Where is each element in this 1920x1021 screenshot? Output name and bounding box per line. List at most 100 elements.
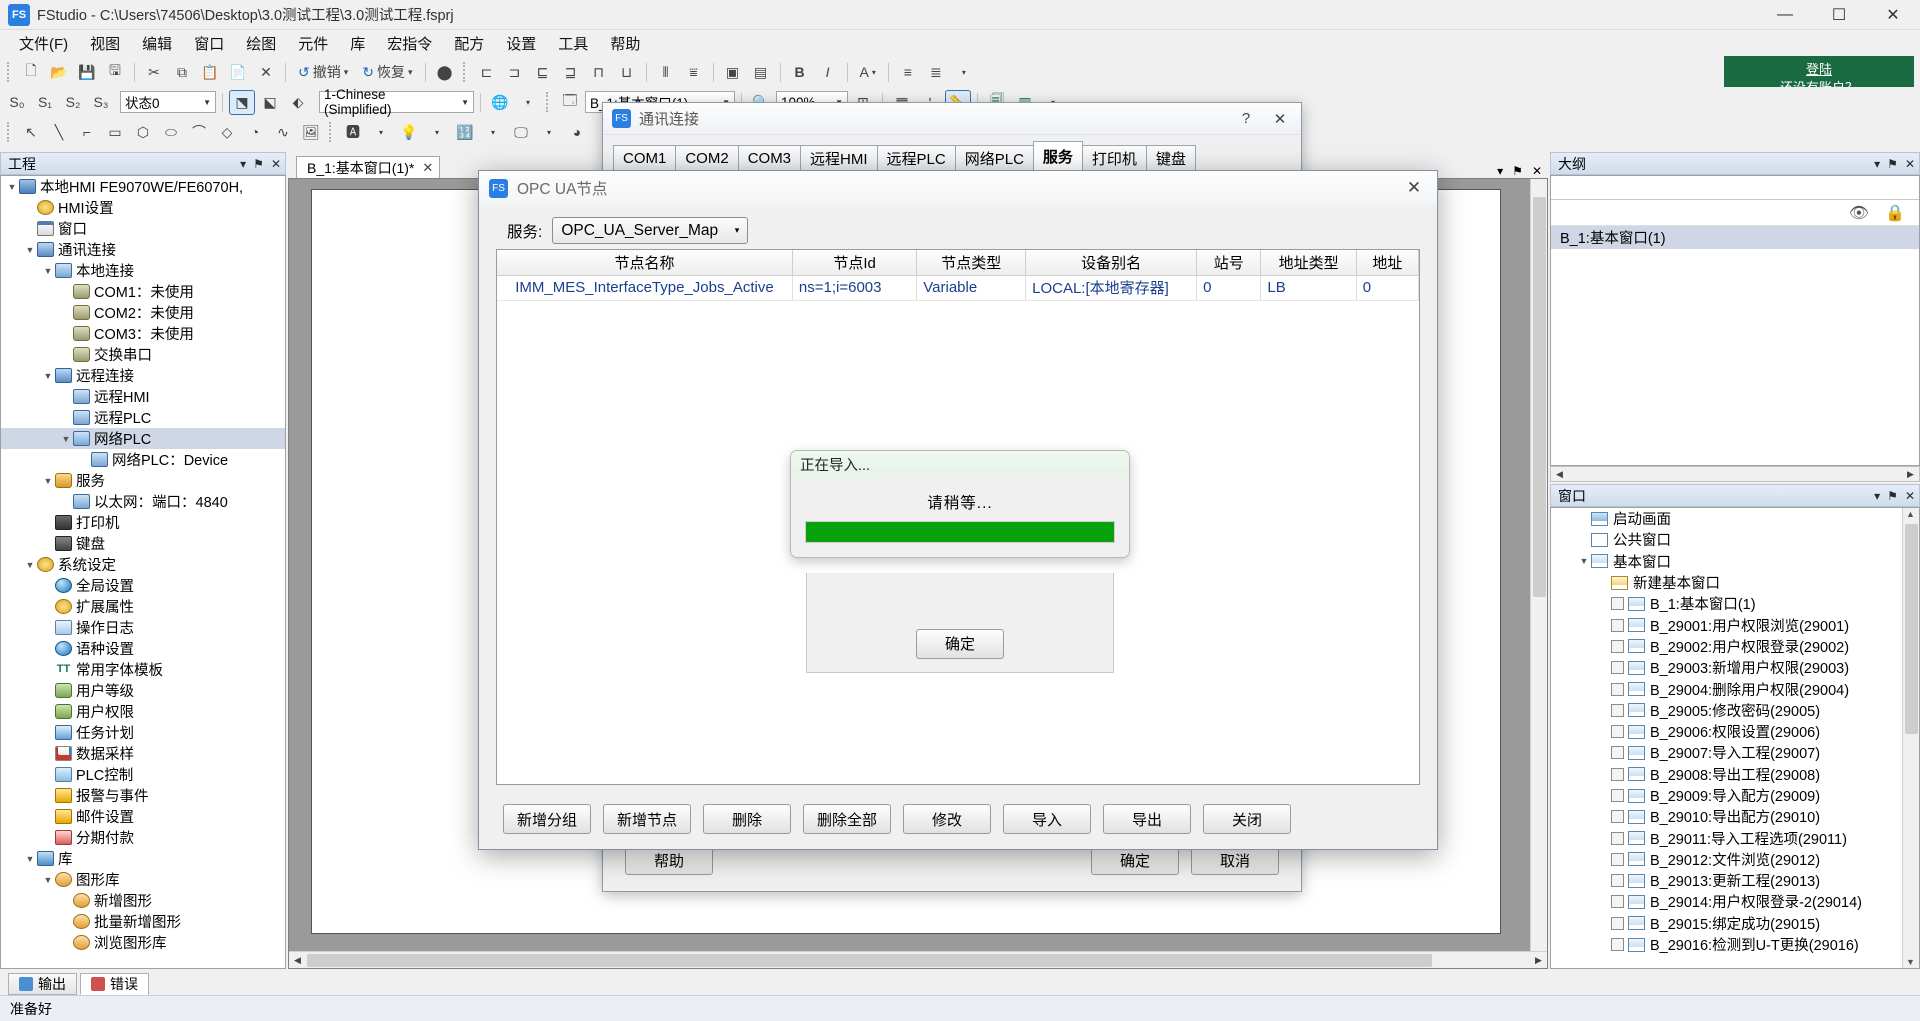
window-tree[interactable]: 启动画面 公共窗口 ▼ 基本窗口 新建基本窗口 B_1:基本窗口(1) B_29001:用户…: [1550, 507, 1920, 969]
tree-item[interactable]: 远程PLC: [1, 407, 285, 428]
confirm-button[interactable]: 确定: [916, 628, 1004, 659]
menu-item-settings[interactable]: 设置: [495, 30, 547, 57]
numeric-input-icon[interactable]: 🔢: [452, 120, 478, 145]
font-color-icon[interactable]: A ▾: [854, 60, 882, 85]
state-1-icon[interactable]: S₁: [32, 90, 58, 115]
tab-remote-hmi[interactable]: 远程HMI: [800, 145, 878, 170]
scroll-down-icon[interactable]: ▼: [1906, 957, 1915, 967]
window-list-item[interactable]: B_29014:用户权限登录-2(29014): [1551, 891, 1902, 912]
tab-com2[interactable]: COM2: [675, 145, 739, 170]
tree-item[interactable]: ▼ 系统设定: [1, 554, 285, 575]
paste-icon[interactable]: 📄: [225, 60, 251, 85]
panel-menu-icon[interactable]: ▾: [1874, 157, 1880, 171]
state-0-icon[interactable]: S₀: [4, 90, 30, 115]
window-list-item[interactable]: B_29001:用户权限浏览(29001): [1551, 614, 1902, 635]
sector-icon[interactable]: ◔: [242, 120, 268, 145]
menu-item-draw[interactable]: 绘图: [235, 30, 287, 57]
text-align-left-icon[interactable]: ≡: [895, 60, 921, 85]
menu-item-edit[interactable]: 编辑: [131, 30, 183, 57]
column-header-node-type[interactable]: 节点类型: [916, 250, 1027, 276]
select-arrow-icon[interactable]: ↖: [18, 120, 44, 145]
window-list-item[interactable]: B_29005:修改密码(29005): [1551, 700, 1902, 721]
modify-button[interactable]: 修改: [903, 804, 991, 834]
state-combo[interactable]: 状态0 ▼: [120, 91, 216, 113]
window-visibility-checkbox[interactable]: [1611, 938, 1624, 952]
column-header-address[interactable]: 地址: [1356, 250, 1419, 276]
editor-menu-icon[interactable]: ▾: [1497, 164, 1503, 178]
window-visibility-checkbox[interactable]: [1611, 746, 1624, 760]
window-visibility-checkbox[interactable]: [1611, 810, 1624, 824]
tab-keyboard[interactable]: 键盘: [1145, 145, 1196, 170]
tree-item[interactable]: 用户权限: [1, 701, 285, 722]
menu-item-recipe[interactable]: 配方: [443, 30, 495, 57]
scroll-up-icon[interactable]: ▲: [1906, 509, 1915, 519]
canvas-horizontal-scrollbar[interactable]: ◀ ▶: [289, 951, 1547, 968]
window-visibility-checkbox[interactable]: [1611, 895, 1624, 909]
window-list-item[interactable]: B_29011:导入工程选项(29011): [1551, 827, 1902, 848]
disable-icon[interactable]: ⬤: [432, 60, 458, 85]
window-list-item[interactable]: 公共窗口: [1551, 529, 1902, 550]
canvas-vertical-scrollbar[interactable]: [1530, 179, 1547, 951]
tree-item[interactable]: COM1：未使用: [1, 281, 285, 302]
chevron-down-icon[interactable]: ▾: [721, 225, 740, 236]
lang-prev-icon[interactable]: ⬔: [229, 89, 255, 115]
scrollbar-thumb[interactable]: [307, 954, 1432, 967]
text-align-center-icon[interactable]: ≣: [923, 60, 949, 85]
scroll-left-icon[interactable]: ◀: [289, 955, 306, 966]
tree-item[interactable]: ▼ 本地HMI FE9070WE/FE6070H,: [1, 176, 285, 197]
window-visibility-checkbox[interactable]: [1611, 916, 1624, 930]
globe-icon[interactable]: 🌐: [487, 90, 513, 115]
tree-expander-icon[interactable]: ▼: [41, 476, 55, 486]
save-icon[interactable]: 💾: [74, 60, 100, 85]
tab-remote-plc[interactable]: 远程PLC: [876, 145, 956, 170]
tree-expander-icon[interactable]: ▼: [41, 371, 55, 381]
project-tree[interactable]: ▼ 本地HMI FE9070WE/FE6070H, HMI设置 窗口 ▼ 通讯连接 ▼ 本地连…: [0, 175, 286, 969]
help-icon[interactable]: ?: [1231, 106, 1261, 132]
scroll-left-icon[interactable]: ◀: [1551, 469, 1568, 480]
window-visibility-checkbox[interactable]: [1611, 767, 1624, 781]
editor-close-icon[interactable]: ✕: [1532, 164, 1542, 178]
window-list-item[interactable]: B_29012:文件浏览(29012): [1551, 849, 1902, 870]
bold-icon[interactable]: B: [787, 60, 813, 85]
tab-network-plc[interactable]: 网络PLC: [954, 145, 1034, 170]
curve-icon[interactable]: ∿: [270, 120, 296, 145]
delete-icon[interactable]: ✕: [253, 60, 279, 85]
undo-dropdown-icon[interactable]: ▾: [344, 67, 349, 78]
tree-item[interactable]: COM3：未使用: [1, 323, 285, 344]
window-visibility-checkbox[interactable]: [1611, 789, 1624, 802]
ellipse-icon[interactable]: ⬭: [158, 120, 184, 145]
tree-item[interactable]: 键盘: [1, 533, 285, 554]
outline-horizontal-scrollbar[interactable]: ◀ ▶: [1550, 466, 1920, 482]
tree-expander-icon[interactable]: ▼: [23, 245, 37, 255]
window-list-item[interactable]: ▼ 基本窗口: [1551, 551, 1902, 572]
rhombus-icon[interactable]: ◇: [214, 120, 240, 145]
tree-item[interactable]: ▼ 通讯连接: [1, 239, 285, 260]
window-visibility-checkbox[interactable]: [1611, 682, 1624, 696]
panel-menu-icon[interactable]: ▾: [240, 157, 246, 171]
tree-item[interactable]: 邮件设置: [1, 806, 285, 827]
lang-next-icon[interactable]: ⬕: [257, 90, 283, 115]
export-button[interactable]: 导出: [1103, 804, 1191, 834]
tree-item[interactable]: 任务计划: [1, 722, 285, 743]
panel-pin-icon[interactable]: ⚑: [1887, 489, 1898, 503]
column-header-device-alias[interactable]: 设备别名: [1025, 250, 1198, 276]
display-dropdown-icon[interactable]: ▾: [536, 120, 562, 145]
tree-item[interactable]: 分期付款: [1, 827, 285, 848]
tree-expander-icon[interactable]: ▼: [59, 434, 73, 444]
tree-expander-icon[interactable]: ▼: [41, 266, 55, 276]
menu-item-tools[interactable]: 工具: [547, 30, 599, 57]
tab-com3[interactable]: COM3: [737, 145, 802, 170]
text-icon[interactable]: 🅰: [340, 120, 366, 145]
tree-item[interactable]: 窗口: [1, 218, 285, 239]
menu-item-element[interactable]: 元件: [287, 30, 339, 57]
tree-item[interactable]: ▼ 图形库: [1, 869, 285, 890]
text-align-more-icon[interactable]: ▾: [951, 60, 977, 85]
paste-special-icon[interactable]: 📋: [197, 60, 223, 85]
new-file-icon[interactable]: 🗋: [18, 60, 44, 85]
window-visibility-checkbox[interactable]: [1611, 725, 1624, 739]
tree-item[interactable]: ▼ 库: [1, 848, 285, 869]
lock-icon[interactable]: 🔒: [1885, 203, 1905, 223]
window-visibility-checkbox[interactable]: [1611, 831, 1624, 845]
scrollbar-thumb[interactable]: [1533, 197, 1546, 597]
align-center-icon[interactable]: ⊐: [502, 60, 528, 85]
